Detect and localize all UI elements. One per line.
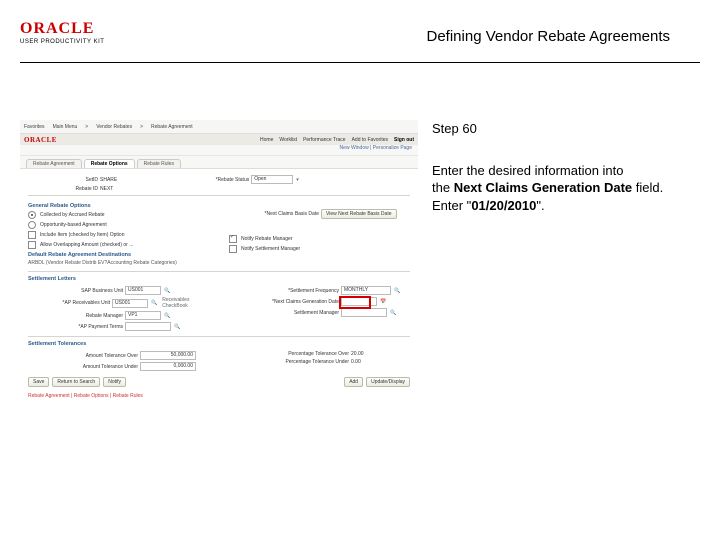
amt-tol-over-label: Amount Tolerance Over <box>28 353 138 359</box>
notify-button[interactable]: Notify <box>103 377 126 387</box>
setid-label: SetID <box>28 177 98 183</box>
field-name-bold: Next Claims Generation Date <box>454 180 632 195</box>
lookup-icon[interactable]: 🔍 <box>151 300 157 306</box>
opt-collected: Collected by Accrued Rebate <box>40 212 104 218</box>
recv-hint: Receivables CheckBook <box>162 297 209 309</box>
amt-tol-under-label: Amount Tolerance Under <box>28 364 138 370</box>
next-claims-date-field[interactable] <box>341 297 377 306</box>
sap-bu-label: SAP Business Unit <box>28 288 123 294</box>
instruction-panel: Step 60 Enter the desired information in… <box>432 120 690 214</box>
page-title: Defining Vendor Rebate Agreements <box>427 28 671 45</box>
return-search-button[interactable]: Return to Search <box>52 377 100 387</box>
amt-tol-under-field[interactable]: 0,000.00 <box>140 362 196 371</box>
checkbox-icon[interactable] <box>229 235 237 243</box>
status-field[interactable]: Open <box>251 175 293 184</box>
sap-bu-field[interactable]: US001 <box>125 286 161 295</box>
sett-freq-field[interactable]: MONTHLY <box>341 286 391 295</box>
sett-mgr-field[interactable] <box>341 308 387 317</box>
update-display-button[interactable]: Update/Display <box>366 377 410 387</box>
global-bar: ORACLE Home Worklist Performance Trace A… <box>20 134 418 145</box>
lookup-icon[interactable]: 🔍 <box>174 324 180 330</box>
section-settlement-letters: Settlement Letters <box>28 276 410 282</box>
ap-recv-field[interactable]: US001 <box>112 299 148 308</box>
ap-payterms-label: *AP Payment Terms <box>28 324 123 330</box>
radio-icon[interactable] <box>28 221 36 229</box>
section-general-options: General Rebate Options <box>28 203 209 209</box>
step-label: Step 60 <box>432 120 690 138</box>
oracle-subtitle: USER PRODUCTIVITY KIT <box>20 39 104 45</box>
view-next-date-button[interactable]: View Next Rebate Basis Date <box>321 209 397 219</box>
breadcrumb-sep: > <box>140 124 143 130</box>
pct-tol-under-label: Percentage Tolerance Under <box>229 359 349 365</box>
breadcrumb-item[interactable]: Vendor Rebates <box>96 124 132 130</box>
nav-add-favorites[interactable]: Add to Favorites <box>352 137 388 143</box>
pct-tol-over-value: 20.00 <box>351 351 364 357</box>
next-claims-date-label: *Next Claims Generation Date <box>229 299 339 305</box>
chk-notify-settlement-mgr: Notify Settlement Manager <box>241 246 300 252</box>
pct-tol-over-label: Percentage Tolerance Over <box>229 351 349 357</box>
window-actions[interactable]: New Window | Personalize Page <box>20 145 418 156</box>
save-button[interactable]: Save <box>28 377 49 387</box>
oracle-logo: ORACLE USER PRODUCTIVITY KIT <box>20 20 104 45</box>
app-screenshot: Favorites Main Menu > Vendor Rebates > R… <box>20 120 418 365</box>
amt-tol-over-field[interactable]: 50,000.00 <box>140 351 196 360</box>
lookup-icon[interactable]: 🔍 <box>164 288 170 294</box>
setid-value: SHARE <box>100 177 117 183</box>
lookup-icon[interactable]: 🔍 <box>164 313 170 319</box>
section-default-dests: Default Rebate Agreement Destinations <box>28 252 209 258</box>
nbrd-label: *Next Claims Basis Date <box>229 211 319 217</box>
entry-value-bold: 01/20/2010 <box>471 198 536 213</box>
rebateid-label: Rebate ID <box>28 186 98 192</box>
checkbox-icon[interactable] <box>28 231 36 239</box>
opt-opportunity: Opportunity-based Agreement <box>40 222 107 228</box>
breadcrumb-bar: Favorites Main Menu > Vendor Rebates > R… <box>20 120 418 134</box>
lookup-icon[interactable]: 🔍 <box>394 288 400 294</box>
add-button[interactable]: Add <box>344 377 363 387</box>
dropdown-icon[interactable]: ▾ <box>296 177 299 183</box>
page-header: ORACLE USER PRODUCTIVITY KIT Defining Ve… <box>20 20 700 63</box>
section-settlement-tolerances: Settlement Tolerances <box>28 341 410 347</box>
breadcrumb-item[interactable]: Favorites <box>24 124 45 130</box>
tab-strip: Rebate Agreement Rebate Options Rebate R… <box>20 156 418 169</box>
ap-payterms-field[interactable] <box>125 322 171 331</box>
rebate-mgr-field[interactable]: VP1 <box>125 311 161 320</box>
breadcrumb-item[interactable]: Main Menu <box>53 124 78 130</box>
nav-home[interactable]: Home <box>260 137 273 143</box>
instruction-line: Enter the desired information into <box>432 162 690 180</box>
tab-rebate-agreement[interactable]: Rebate Agreement <box>26 159 82 168</box>
lookup-icon[interactable]: 🔍 <box>390 310 396 316</box>
nav-signout[interactable]: Sign out <box>394 137 414 143</box>
opt-include-item: Include Item (checked by Item) Option <box>40 232 124 238</box>
instruction-line: the Next Claims Generation Date field. <box>432 179 690 197</box>
ap-recv-label: *AP Receivables Unit <box>28 300 110 306</box>
breadcrumb-sep: > <box>85 124 88 130</box>
checkbox-icon[interactable] <box>229 245 237 253</box>
oracle-wordmark: ORACLE <box>20 20 104 38</box>
footer-links[interactable]: Rebate Agreement | Rebate Options | Reba… <box>28 393 410 399</box>
rebate-mgr-label: Rebate Manager <box>28 313 123 319</box>
status-label: *Rebate Status <box>179 177 249 183</box>
tab-rebate-rules[interactable]: Rebate Rules <box>137 159 181 168</box>
chk-notify-rebate-mgr: Notify Rebate Manager <box>241 236 292 242</box>
breadcrumb-item[interactable]: Rebate Agreement <box>151 124 193 130</box>
dests-value: ARBDL (Vendor Rebate Distrib EV?Accounti… <box>28 260 177 266</box>
checkbox-icon[interactable] <box>28 241 36 249</box>
instruction-line: Enter "01/20/2010". <box>432 197 690 215</box>
opt-overlap: Allow Overlapping Amount (checked) or ..… <box>40 242 133 248</box>
calendar-icon[interactable]: 📅 <box>380 299 386 305</box>
rebateid-value: NEXT <box>100 186 113 192</box>
nav-perf-trace[interactable]: Performance Trace <box>303 137 346 143</box>
pct-tol-under-value: 0.00 <box>351 359 361 365</box>
sett-freq-label: *Settlement Frequency <box>229 288 339 294</box>
tab-rebate-options[interactable]: Rebate Options <box>84 159 135 168</box>
oracle-logo-small: ORACLE <box>24 136 57 144</box>
radio-icon[interactable] <box>28 211 36 219</box>
form-body: SetID SHARE *Rebate Status Open ▾ Rebate… <box>20 169 418 403</box>
sett-mgr-label: Settlement Manager <box>229 310 339 316</box>
nav-worklist[interactable]: Worklist <box>279 137 297 143</box>
